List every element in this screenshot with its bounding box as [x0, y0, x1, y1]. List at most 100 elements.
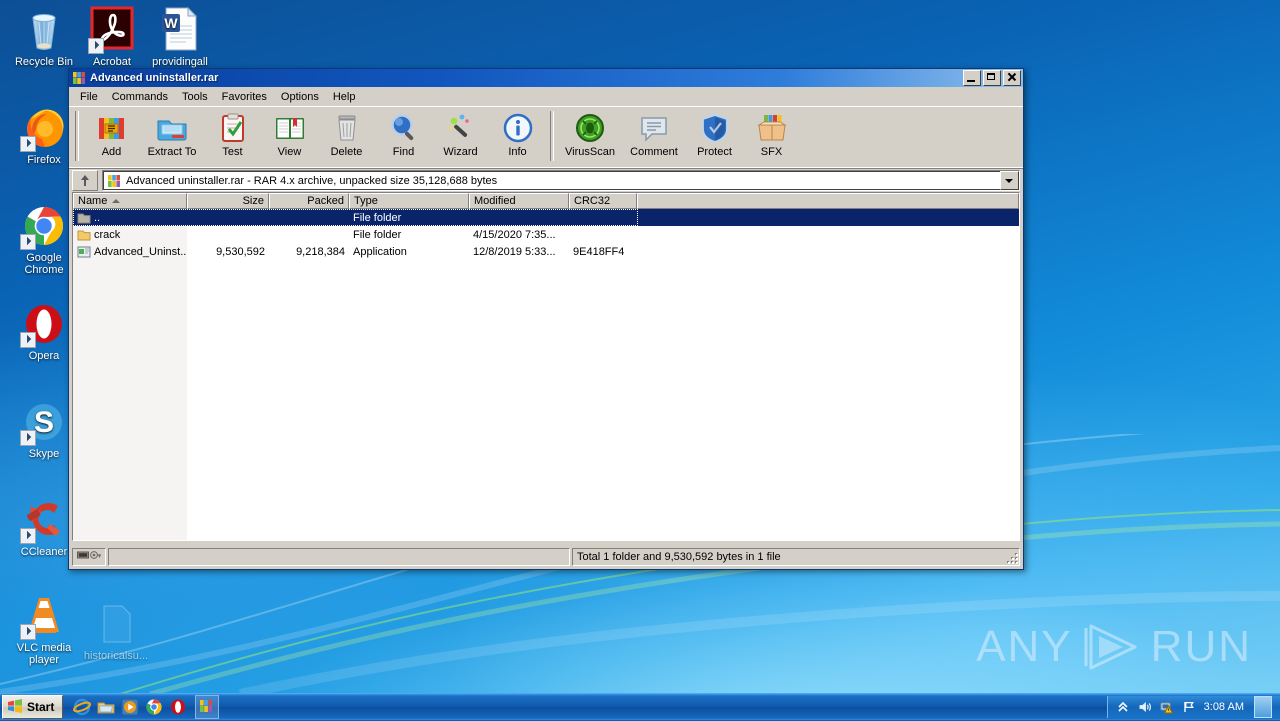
toolbar-button-wizard[interactable]: Wizard [432, 110, 489, 158]
comment-bubble-icon [638, 112, 670, 144]
menu-bar[interactable]: File Commands Tools Favorites Options He… [69, 87, 1023, 106]
path-bar[interactable]: Advanced uninstaller.rar - RAR 4.x archi… [69, 169, 1023, 192]
toolbar-button-find[interactable]: Find [375, 110, 432, 158]
menu-item-file[interactable]: File [73, 89, 105, 105]
cell-name: Advanced_Uninst... [73, 245, 187, 259]
chevron-down-icon[interactable] [1000, 171, 1019, 190]
toolbar-button-label: Info [489, 146, 546, 158]
file-list[interactable]: Name Size Packed Type Modified CRC32 [72, 192, 1020, 541]
menu-item-options[interactable]: Options [274, 89, 326, 105]
column-header-size[interactable]: Size [187, 193, 269, 209]
file-list-header[interactable]: Name Size Packed Type Modified CRC32 [73, 193, 1019, 209]
taskbar-button-winrar[interactable] [195, 695, 219, 719]
test-clipboard-icon [217, 112, 249, 144]
chrome-icon[interactable] [145, 698, 163, 716]
desktop-icon-vlc-media-player[interactable]: VLC media player [8, 592, 80, 666]
winrar-window[interactable]: Advanced uninstaller.rar File Commands T… [68, 68, 1024, 570]
windows-explorer-icon[interactable] [97, 698, 115, 716]
quick-launch-bar[interactable] [67, 698, 193, 716]
toolbar-button-delete[interactable]: Delete [318, 110, 375, 158]
column-header-label: Packed [307, 194, 344, 208]
table-row[interactable]: crack File folder 4/15/2020 7:35... [73, 226, 1019, 243]
info-circle-icon [502, 112, 534, 144]
cell-modified: 12/8/2019 5:33... [469, 246, 569, 258]
taskbar[interactable]: Start [0, 693, 1280, 720]
desktop-icon-label: Acrobat [76, 57, 148, 69]
column-header-label: Name [78, 194, 107, 208]
view-book-icon [274, 112, 306, 144]
toolbar-button-extract-to[interactable]: Extract To [140, 110, 204, 158]
word-document-icon: W [156, 6, 204, 54]
watermark-text-left: ANY [976, 622, 1072, 672]
media-player-icon[interactable] [121, 698, 139, 716]
toolbar-button-label: Test [204, 146, 261, 158]
up-one-level-button[interactable] [72, 170, 98, 191]
recycle-bin-icon [20, 6, 68, 54]
column-header-packed[interactable]: Packed [269, 193, 349, 209]
minimize-button[interactable] [963, 70, 981, 86]
window-titlebar[interactable]: Advanced uninstaller.rar [69, 69, 1023, 87]
column-header-modified[interactable]: Modified [469, 193, 569, 209]
toolbar-button-label: VirusScan [558, 146, 622, 158]
desktop-icon-acrobat[interactable]: Acrobat [76, 6, 148, 69]
desktop-icon-historicalsu[interactable]: historicalsu... [80, 600, 152, 663]
toolbar-separator [75, 111, 79, 161]
menu-item-tools[interactable]: Tools [175, 89, 215, 105]
desktop-icon-label: Recycle Bin [8, 57, 80, 69]
column-header-crc32[interactable]: CRC32 [569, 193, 637, 209]
column-header-filler[interactable] [637, 193, 1019, 209]
show-desktop-button[interactable] [1254, 696, 1272, 718]
system-tray[interactable]: 3:08 AM [1107, 696, 1280, 718]
toolbar-button-comment[interactable]: Comment [622, 110, 686, 158]
file-list-body[interactable]: .. File folder crack [73, 209, 1019, 540]
archive-key-icon [77, 550, 101, 564]
cell-type: File folder [349, 229, 469, 241]
cell-name-text: crack [94, 229, 120, 241]
toolbar-button-sfx[interactable]: SFX [743, 110, 800, 158]
menu-item-commands[interactable]: Commands [105, 89, 175, 105]
toolbar-button-label: SFX [743, 146, 800, 158]
action-flag-icon[interactable] [1182, 700, 1196, 714]
toolbar-button-protect[interactable]: Protect [686, 110, 743, 158]
toolbar-button-add[interactable]: Add [83, 110, 140, 158]
toolbar-button-test[interactable]: Test [204, 110, 261, 158]
protect-shield-icon [699, 112, 731, 144]
resize-grip-icon[interactable] [1006, 552, 1018, 564]
network-warning-icon[interactable] [1160, 700, 1174, 714]
table-row[interactable]: Advanced_Uninst... 9,530,592 9,218,384 A… [73, 243, 1019, 260]
vlc-icon [20, 592, 68, 640]
desktop-icon-providingall[interactable]: W providingall [144, 6, 216, 69]
maximize-button[interactable] [983, 70, 1001, 86]
start-button[interactable]: Start [2, 695, 63, 719]
status-message-pane [108, 548, 570, 566]
column-header-type[interactable]: Type [349, 193, 469, 209]
toolbar-button-label: Wizard [432, 146, 489, 158]
status-bar: Total 1 folder and 9,530,592 bytes in 1 … [72, 548, 1020, 566]
menu-item-favorites[interactable]: Favorites [215, 89, 274, 105]
shortcut-overlay-icon [20, 624, 36, 640]
status-archive-indicator[interactable] [72, 548, 106, 566]
toolbar-button-view[interactable]: View [261, 110, 318, 158]
parent-folder-icon [77, 211, 91, 225]
windows-logo-icon [7, 698, 23, 717]
archive-path-text: Advanced uninstaller.rar - RAR 4.x archi… [126, 175, 497, 187]
status-totals-text: Total 1 folder and 9,530,592 bytes in 1 … [577, 551, 781, 563]
clock[interactable]: 3:08 AM [1204, 701, 1244, 713]
close-button[interactable] [1003, 70, 1021, 86]
internet-explorer-icon[interactable] [73, 698, 91, 716]
firefox-icon [20, 104, 68, 152]
archive-path-combobox[interactable]: Advanced uninstaller.rar - RAR 4.x archi… [102, 170, 1020, 191]
desktop-icon-recycle-bin[interactable]: Recycle Bin [8, 6, 80, 69]
volume-icon[interactable] [1138, 700, 1152, 714]
cell-name: .. [73, 211, 187, 225]
opera-icon[interactable] [169, 698, 187, 716]
table-row[interactable]: .. File folder [73, 209, 1019, 226]
cell-name-text: Advanced_Uninst... [94, 246, 187, 258]
show-hidden-icons-chevron[interactable] [1116, 700, 1130, 714]
winrar-books-icon [72, 71, 86, 85]
toolbar-button-info[interactable]: Info [489, 110, 546, 158]
toolbar[interactable]: Add Extract To [69, 106, 1023, 169]
column-header-name[interactable]: Name [73, 193, 187, 209]
menu-item-help[interactable]: Help [326, 89, 363, 105]
toolbar-button-virusscan[interactable]: VirusScan [558, 110, 622, 158]
